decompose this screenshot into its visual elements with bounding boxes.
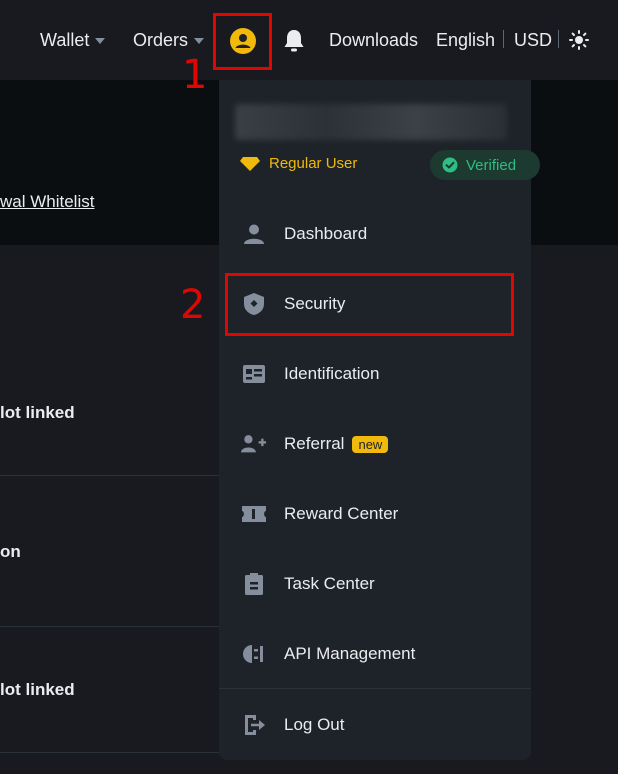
verified-badge: Verified [430, 150, 540, 180]
downloads-label: Downloads [329, 30, 419, 50]
add-user-icon [241, 431, 267, 457]
blurred-account-name [235, 104, 507, 140]
menu-item-api-management[interactable]: API Management [219, 619, 531, 689]
currency-label: USD [514, 30, 553, 50]
menu-label-reward-center: Reward Center [284, 504, 399, 523]
user-level-label: Regular User [269, 155, 358, 172]
ticket-icon [241, 501, 267, 527]
menu-label-referral: Referral new [284, 434, 389, 454]
orders-menu[interactable]: Orders [133, 30, 205, 51]
verified-label: Verified [466, 156, 517, 174]
row-status-text: lot linked [0, 680, 75, 699]
id-card-icon [241, 361, 267, 387]
annotation-step-1: 1 [182, 52, 208, 98]
bell-icon [284, 30, 304, 52]
menu-label-api-management: API Management [284, 644, 416, 663]
row-divider [0, 626, 220, 627]
row-status-text: lot linked [0, 403, 75, 422]
menu-label-dashboard: Dashboard [284, 224, 368, 243]
annotation-step-2: 2 [180, 282, 206, 328]
chevron-down-icon [95, 37, 106, 44]
wallet-label: Wallet [40, 30, 90, 50]
diamond-icon [240, 156, 260, 171]
withdrawal-whitelist-link[interactable]: wal Whitelist [0, 192, 94, 212]
row-divider [0, 752, 220, 753]
check-circle-icon [442, 157, 458, 173]
user-level-badge: Regular User [239, 155, 357, 172]
menu-item-dashboard[interactable]: Dashboard [219, 199, 531, 269]
menu-divider [219, 688, 531, 689]
currency-selector[interactable]: USD [514, 30, 552, 51]
annotation-highlight-profile [213, 13, 272, 70]
topbar-separator [503, 30, 504, 48]
menu-item-identification[interactable]: Identification [219, 339, 531, 409]
wallet-menu[interactable]: Wallet [40, 30, 106, 51]
referral-label: Referral [284, 434, 345, 453]
theme-toggle[interactable] [569, 30, 589, 50]
menu-item-reward-center[interactable]: Reward Center [219, 479, 531, 549]
menu-label-identification: Identification [284, 364, 380, 383]
language-label: English [436, 30, 496, 50]
menu-label-log-out: Log Out [284, 715, 345, 734]
chevron-down-icon [194, 37, 205, 44]
menu-item-referral[interactable]: Referral new [219, 409, 531, 479]
notifications-button[interactable] [282, 28, 306, 54]
row-divider [0, 475, 220, 476]
api-icon [241, 641, 267, 667]
menu-label-task-center: Task Center [284, 574, 375, 593]
menu-item-log-out[interactable]: Log Out [219, 690, 531, 760]
sun-icon [569, 30, 589, 50]
new-badge: new [352, 435, 389, 453]
clipboard-icon [241, 571, 267, 597]
topbar-separator [558, 30, 559, 48]
top-navigation-bar: Wallet Orders Downloads English USD [0, 0, 618, 80]
annotation-highlight-security [225, 273, 514, 336]
menu-item-task-center[interactable]: Task Center [219, 549, 531, 619]
row-status-text: on [0, 542, 21, 561]
language-selector[interactable]: English [436, 30, 495, 51]
logout-icon [241, 712, 267, 738]
downloads-link[interactable]: Downloads [329, 30, 418, 51]
orders-label: Orders [133, 30, 189, 50]
user-icon [241, 221, 267, 247]
account-dropdown-menu: Regular User Verified Dashboard Security… [219, 80, 540, 760]
